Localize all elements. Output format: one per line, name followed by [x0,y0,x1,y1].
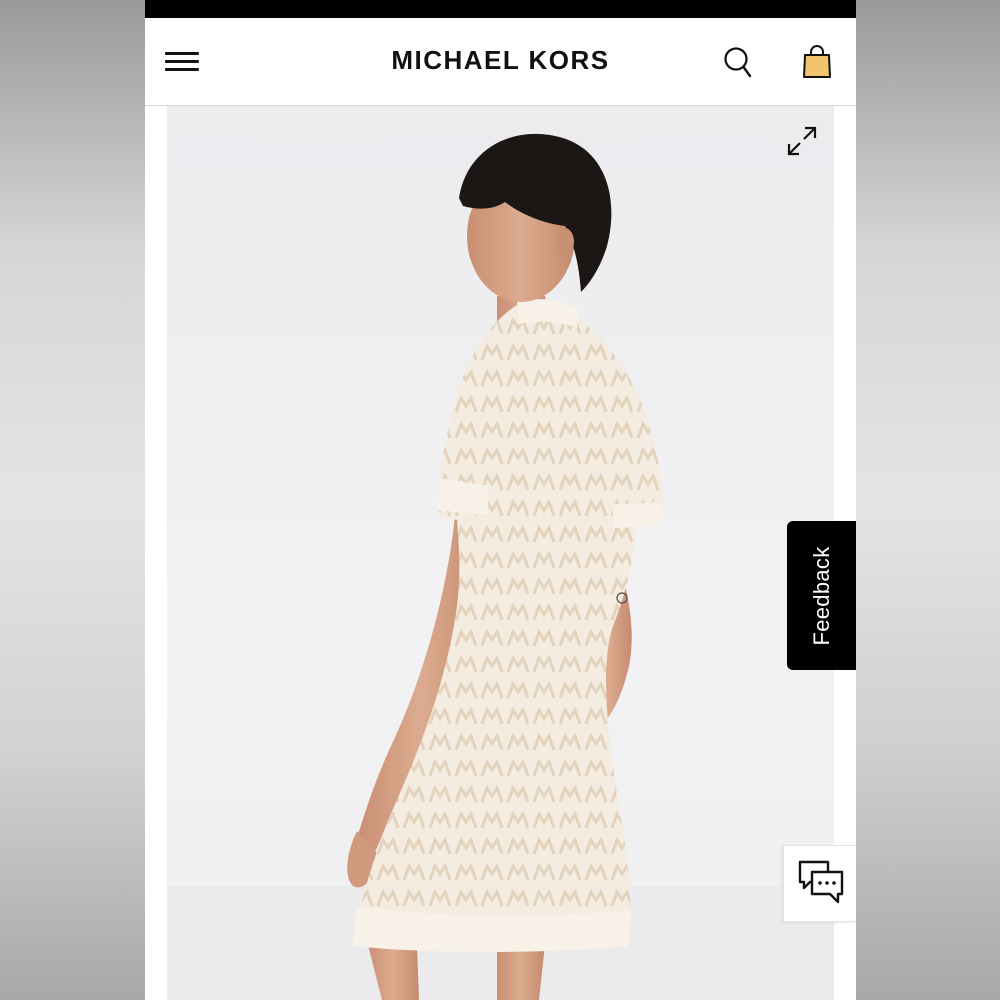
hamburger-menu-icon [165,52,199,55]
menu-button[interactable] [165,51,201,73]
chat-button[interactable] [783,845,856,922]
background-left [0,0,145,1000]
mobile-screen: MICHAEL KORS Feedback [145,0,856,1000]
product-image-gallery[interactable] [167,106,834,1000]
hamburger-line [165,68,199,71]
shopping-bag-button[interactable] [801,44,833,80]
site-header: MICHAEL KORS [145,18,856,106]
feedback-label: Feedback [808,545,834,646]
shopping-bag-icon [803,45,831,78]
chat-icon [798,860,844,904]
background-right [856,0,1000,1000]
expand-icon [787,126,817,156]
product-image [167,133,834,1000]
hamburger-line [165,60,199,63]
search-button[interactable] [723,45,753,79]
search-icon [724,47,752,78]
status-bar [145,0,856,18]
expand-image-button[interactable] [785,124,819,158]
feedback-tab[interactable]: Feedback [787,521,856,670]
brand-logo[interactable]: MICHAEL KORS [345,42,656,78]
